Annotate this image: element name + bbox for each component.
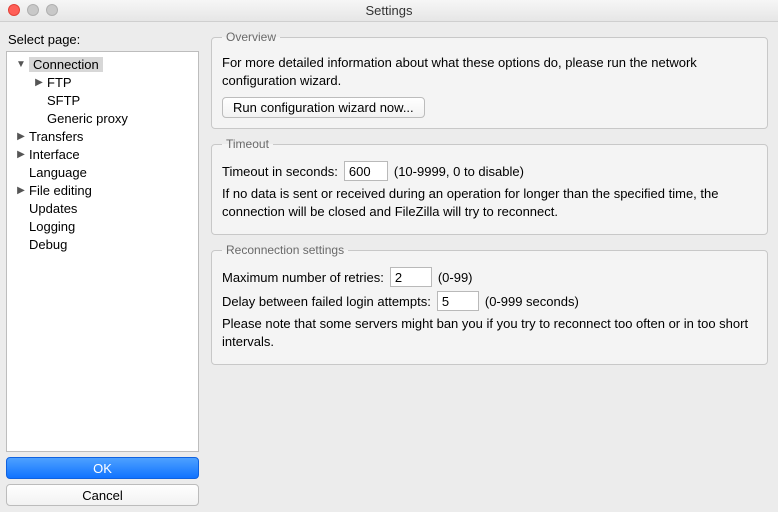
tree-item[interactable]: SFTP [7,91,198,109]
timeout-input[interactable] [344,161,388,181]
ok-button[interactable]: OK [6,457,199,479]
reconnect-legend: Reconnection settings [222,243,348,257]
overview-legend: Overview [222,30,280,44]
page-tree[interactable]: ▼Connection▶FTPSFTPGeneric proxy▶Transfe… [6,51,199,452]
tree-item-label: Transfers [29,129,83,144]
tree-item-label: Logging [29,219,75,234]
tree-item[interactable]: ▶File editing [7,181,198,199]
titlebar: Settings [0,0,778,22]
tree-item[interactable]: Logging [7,217,198,235]
cancel-button[interactable]: Cancel [6,484,199,506]
tree-item-label: Updates [29,201,77,216]
disclosure-right-icon[interactable]: ▶ [15,131,27,142]
content-pane: Overview For more detailed information a… [205,22,778,512]
disclosure-right-icon[interactable]: ▶ [15,185,27,196]
retries-label: Maximum number of retries: [222,270,384,285]
tree-item-label: Connection [29,57,103,72]
run-wizard-button[interactable]: Run configuration wizard now... [222,97,425,118]
tree-item-label: Interface [29,147,80,162]
reconnect-section: Reconnection settings Maximum number of … [211,243,768,365]
tree-item[interactable]: Updates [7,199,198,217]
window-title: Settings [366,3,413,18]
timeout-legend: Timeout [222,137,273,151]
minimize-icon [27,4,39,16]
tree-item-label: SFTP [47,93,80,108]
tree-item[interactable]: Language [7,163,198,181]
timeout-section: Timeout Timeout in seconds: (10-9999, 0 … [211,137,768,235]
delay-hint: (0-999 seconds) [485,294,579,309]
sidebar: Select page: ▼Connection▶FTPSFTPGeneric … [0,22,205,512]
tree-item-label: File editing [29,183,92,198]
delay-label: Delay between failed login attempts: [222,294,431,309]
tree-item-label: Debug [29,237,67,252]
retries-hint: (0-99) [438,270,473,285]
tree-item-label: Language [29,165,87,180]
retries-input[interactable] [390,267,432,287]
tree-item[interactable]: ▼Connection [7,55,198,73]
close-icon[interactable] [8,4,20,16]
timeout-hint: (10-9999, 0 to disable) [394,164,524,179]
disclosure-down-icon[interactable]: ▼ [15,59,27,70]
tree-item[interactable]: ▶Interface [7,145,198,163]
tree-item[interactable]: ▶FTP [7,73,198,91]
tree-item[interactable]: Debug [7,235,198,253]
overview-text: For more detailed information about what… [222,54,757,89]
timeout-desc: If no data is sent or received during an… [222,185,757,220]
tree-item-label: FTP [47,75,72,90]
overview-section: Overview For more detailed information a… [211,30,768,129]
window-controls [8,4,58,16]
tree-item-label: Generic proxy [47,111,128,126]
delay-input[interactable] [437,291,479,311]
tree-item[interactable]: Generic proxy [7,109,198,127]
sidebar-label: Select page: [8,32,199,47]
reconnect-note: Please note that some servers might ban … [222,315,757,350]
disclosure-right-icon[interactable]: ▶ [33,77,45,88]
timeout-label: Timeout in seconds: [222,164,338,179]
zoom-icon [46,4,58,16]
disclosure-right-icon[interactable]: ▶ [15,149,27,160]
tree-item[interactable]: ▶Transfers [7,127,198,145]
